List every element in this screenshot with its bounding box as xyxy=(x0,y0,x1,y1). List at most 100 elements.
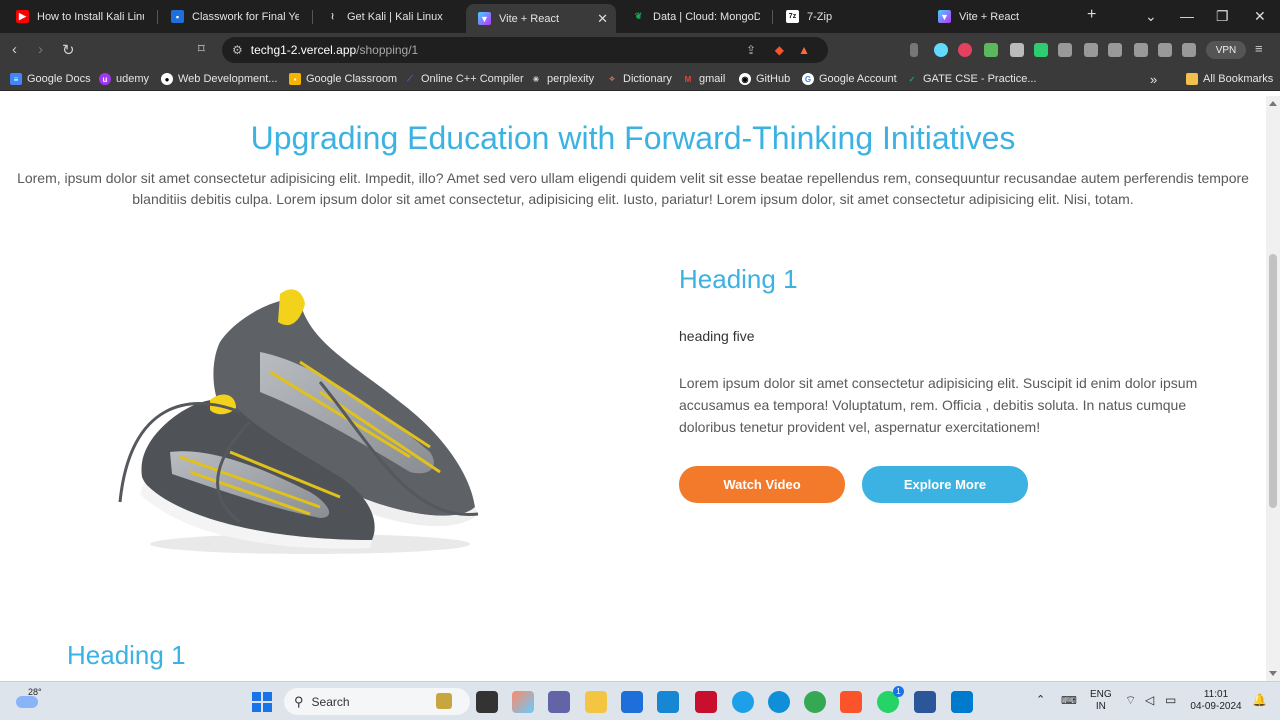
music-icon[interactable] xyxy=(1084,43,1098,57)
bookmark-perplexity[interactable]: ✳ perplexity xyxy=(530,71,594,87)
weather-app-icon[interactable] xyxy=(732,691,754,713)
docs-icon: ≡ xyxy=(10,73,22,85)
lock-icon[interactable] xyxy=(1034,43,1048,57)
extension-icon[interactable] xyxy=(910,43,918,57)
bookmark-google-account[interactable]: G Google Account xyxy=(802,71,897,87)
cloud-icon xyxy=(16,696,38,708)
more-bookmarks-icon[interactable]: » xyxy=(1150,71,1157,87)
tray-chevron-up-icon[interactable]: ⌃ xyxy=(1036,693,1045,706)
clock[interactable]: 11:01 04-09-2024 xyxy=(1190,689,1242,713)
tab-bar: ▶ How to Install Kali Linux in ▪ Classwo… xyxy=(0,0,1280,33)
explore-more-button[interactable]: Explore More xyxy=(862,466,1028,503)
edge-icon[interactable] xyxy=(768,691,790,713)
color-picker-icon[interactable] xyxy=(1010,43,1024,57)
back-icon[interactable]: ‹ xyxy=(12,41,17,58)
teams-icon[interactable] xyxy=(548,691,570,713)
wallet-icon[interactable] xyxy=(1158,43,1172,57)
puzzle-icon[interactable] xyxy=(1058,43,1072,57)
tab-4-active[interactable]: ▼ Vite + React ✕ xyxy=(466,4,616,33)
minimize-icon[interactable]: — xyxy=(1180,8,1194,24)
tab-3[interactable]: ≀ Get Kali | Kali Linux xyxy=(314,4,464,29)
bookmark-gate-cse[interactable]: ✓ GATE CSE - Practice... xyxy=(906,71,1037,87)
vpn-button[interactable]: VPN xyxy=(1206,41,1246,59)
chrome-icon[interactable] xyxy=(804,691,826,713)
page-scrollbar[interactable] xyxy=(1266,96,1280,681)
copilot-icon[interactable] xyxy=(512,691,534,713)
notification-bell-icon[interactable]: 🔔 xyxy=(1252,693,1267,707)
url-field[interactable]: ⚙ techg1-2.vercel.app/shopping/1 ⇪ ◆ ▲ xyxy=(222,37,828,63)
store-icon[interactable] xyxy=(621,691,643,713)
record-icon[interactable] xyxy=(958,43,972,57)
bookmark-web-development[interactable]: ● Web Development... xyxy=(161,71,277,87)
tab-5[interactable]: ❦ Data | Cloud: MongoDB C xyxy=(620,4,770,29)
perplexity-icon: ✳ xyxy=(532,74,540,84)
forward-icon[interactable]: › xyxy=(38,41,43,58)
gmail-icon: M xyxy=(684,74,692,84)
tab-title: Get Kali | Kali Linux xyxy=(347,10,443,23)
bookmark-cpp-compiler[interactable]: ⟋ Online C++ Compiler xyxy=(404,71,524,87)
tree-icon[interactable] xyxy=(984,43,998,57)
volume-icon[interactable]: ◁ xyxy=(1145,693,1154,707)
task-view-icon[interactable] xyxy=(476,691,498,713)
chevron-down-icon[interactable]: ⌄ xyxy=(1145,8,1157,25)
keyboard-icon[interactable]: ⌨ xyxy=(1061,694,1077,707)
udemy-icon: u xyxy=(99,73,111,85)
tab-title: Vite + React xyxy=(959,10,1020,23)
tab-title: 7-Zip xyxy=(807,10,833,23)
dictionary-icon: ⟡ xyxy=(609,74,615,83)
bookmark-label: Google Account xyxy=(819,73,897,85)
tab-1[interactable]: ▶ How to Install Kali Linux in xyxy=(4,4,154,29)
menu-icon[interactable]: ≡ xyxy=(1255,41,1263,56)
site-info-icon[interactable]: ⚙ xyxy=(232,43,243,57)
scroll-down-icon[interactable] xyxy=(1269,671,1277,676)
bookmark-udemy[interactable]: u udemy xyxy=(99,71,149,87)
react-devtools-icon[interactable] xyxy=(934,43,948,57)
watch-video-button[interactable]: Watch Video xyxy=(679,466,845,503)
lang-text: ENG xyxy=(1090,689,1112,700)
mcafee-icon[interactable] xyxy=(695,691,717,713)
sidebar-icon[interactable] xyxy=(1134,43,1148,57)
scrollbar-thumb[interactable] xyxy=(1269,254,1277,508)
battery-icon[interactable]: ▭ xyxy=(1165,693,1176,707)
brave-icon[interactable] xyxy=(840,691,862,713)
bookmark-gmail[interactable]: Mgmail xyxy=(682,71,726,87)
hp-icon[interactable] xyxy=(657,691,679,713)
taskbar-search[interactable]: ⚲ Search xyxy=(284,688,470,715)
brave-shields-icon[interactable]: ◆ xyxy=(775,43,784,57)
file-explorer-icon[interactable] xyxy=(585,691,607,713)
bookmark-dictionary[interactable]: ⟡ Dictionary xyxy=(606,71,672,87)
download-icon[interactable] xyxy=(1108,43,1122,57)
google-icon: G xyxy=(802,73,814,85)
vscode-icon[interactable] xyxy=(951,691,973,713)
bookmark-github[interactable]: ◉ GitHub xyxy=(739,71,790,87)
bookmark-google-classroom[interactable]: ▪ Google Classroom xyxy=(289,71,397,87)
scroll-up-icon[interactable] xyxy=(1269,101,1277,106)
word-icon[interactable] xyxy=(914,691,936,713)
kali-icon: ≀ xyxy=(330,11,335,21)
tab-7[interactable]: ▼ Vite + React xyxy=(926,4,1076,29)
brave-rewards-icon[interactable]: ▲ xyxy=(798,43,810,57)
wifi-icon[interactable]: ⌔ xyxy=(1125,693,1136,708)
language-indicator[interactable]: ENG IN xyxy=(1090,689,1112,713)
bookmark-label: Dictionary xyxy=(623,73,672,85)
bookmark-icon[interactable]: ⌑ xyxy=(198,41,205,57)
bookmark-label: gmail xyxy=(699,73,726,85)
close-window-icon[interactable]: ✕ xyxy=(1254,8,1266,25)
leo-icon[interactable] xyxy=(1182,43,1196,57)
tab-6[interactable]: 7z 7-Zip xyxy=(774,4,924,29)
page-viewport: Upgrading Education with Forward-Thinkin… xyxy=(0,96,1266,681)
reload-icon[interactable]: ↻ xyxy=(62,41,75,59)
classroom-icon: ▪ xyxy=(171,10,184,23)
share-icon[interactable]: ⇪ xyxy=(746,43,756,57)
windows-start-icon[interactable] xyxy=(252,692,272,712)
check-icon: ✓ xyxy=(908,74,916,84)
maximize-icon[interactable]: ❐ xyxy=(1216,8,1229,25)
all-bookmarks-button[interactable]: All Bookmarks xyxy=(1186,71,1273,87)
tab-2[interactable]: ▪ Classwork for Final Year C xyxy=(159,4,309,29)
clock-time: 11:01 xyxy=(1203,689,1229,700)
new-tab-icon[interactable]: + xyxy=(1087,6,1096,24)
bookmark-label: udemy xyxy=(116,73,150,85)
weather-widget[interactable]: 28° xyxy=(16,687,42,710)
close-tab-icon[interactable]: ✕ xyxy=(597,11,608,27)
bookmark-google-docs[interactable]: ≡ Google Docs xyxy=(10,71,91,87)
